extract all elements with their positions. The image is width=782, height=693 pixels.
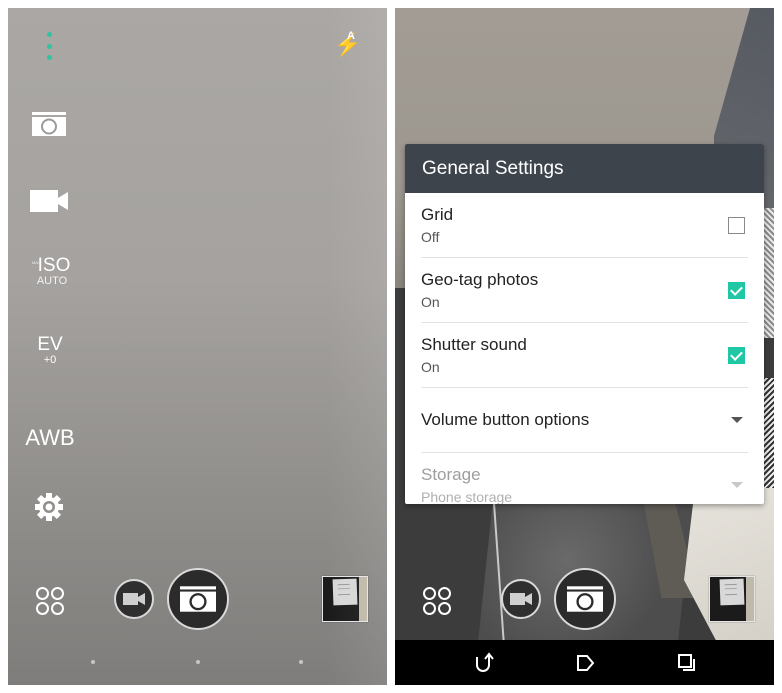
ev-value: +0 <box>43 354 57 366</box>
page-indicator-dot <box>299 660 303 664</box>
record-video-button[interactable] <box>501 579 541 619</box>
video-camera-icon <box>510 593 532 605</box>
page-indicator-dot <box>196 660 200 664</box>
home-icon[interactable] <box>574 652 596 674</box>
dropdown-caret-icon[interactable] <box>731 417 743 423</box>
camera-screen-main: ⚡ A MAX ISO AUTO EV +0 AWB <box>8 8 387 685</box>
setting-title: Shutter sound <box>421 335 527 354</box>
setting-geo-tag[interactable]: Geo-tag photos On <box>421 258 748 323</box>
grid-checkbox[interactable] <box>728 217 745 234</box>
flash-bolt-glyph: ⚡ <box>334 32 362 57</box>
last-photo-thumbnail[interactable] <box>709 576 755 622</box>
ev-label: EV <box>37 334 63 355</box>
shutter-button[interactable] <box>554 568 616 630</box>
white-balance-setting[interactable]: AWB <box>22 426 78 450</box>
video-camera-icon <box>123 593 145 605</box>
iso-value: AUTO <box>36 275 68 287</box>
setting-title: Geo-tag photos <box>421 270 539 289</box>
setting-title: Grid <box>421 205 454 224</box>
recents-icon[interactable] <box>676 652 698 674</box>
record-video-button[interactable] <box>114 579 154 619</box>
camera-screen-settings: General Settings Grid Off Geo-tag photos… <box>395 8 774 685</box>
page-indicator-dot <box>91 660 95 664</box>
dialog-title: General Settings <box>405 144 764 193</box>
setting-value: Phone storage <box>421 489 513 504</box>
video-camera-icon[interactable] <box>30 188 68 214</box>
dropdown-caret-icon <box>731 482 743 488</box>
iso-setting[interactable]: MAX ISO AUTO <box>30 256 74 287</box>
vertical-dots-icon[interactable] <box>44 32 54 60</box>
setting-title: Volume button options <box>421 410 590 429</box>
gear-icon[interactable] <box>34 492 64 522</box>
back-icon[interactable] <box>472 652 494 674</box>
geo-tag-checkbox[interactable] <box>728 282 745 299</box>
last-photo-thumbnail[interactable] <box>322 576 368 622</box>
iso-label: ISO <box>37 255 71 276</box>
camera-icon[interactable] <box>32 112 66 136</box>
modes-grid-icon[interactable] <box>423 587 451 615</box>
shutter-sound-checkbox[interactable] <box>728 347 745 364</box>
general-settings-dialog: General Settings Grid Off Geo-tag photos… <box>405 144 764 504</box>
setting-shutter-sound[interactable]: Shutter sound On <box>421 323 748 388</box>
shutter-button[interactable] <box>167 568 229 630</box>
setting-value: On <box>421 294 440 310</box>
setting-storage: Storage Phone storage <box>421 453 748 504</box>
setting-value: Off <box>421 229 440 245</box>
exposure-setting[interactable]: EV +0 <box>32 335 68 366</box>
setting-value: On <box>421 359 440 375</box>
modes-grid-icon[interactable] <box>36 587 64 615</box>
setting-title: Storage <box>421 465 481 484</box>
system-nav-bar <box>395 640 774 685</box>
camera-icon <box>180 586 216 612</box>
flash-auto-icon[interactable]: ⚡ A <box>334 30 362 60</box>
flash-mode-label: A <box>347 30 355 42</box>
iso-max-label: MAX <box>32 260 41 265</box>
camera-icon <box>567 586 603 612</box>
setting-grid[interactable]: Grid Off <box>421 193 748 258</box>
setting-volume-button[interactable]: Volume button options <box>421 388 748 453</box>
